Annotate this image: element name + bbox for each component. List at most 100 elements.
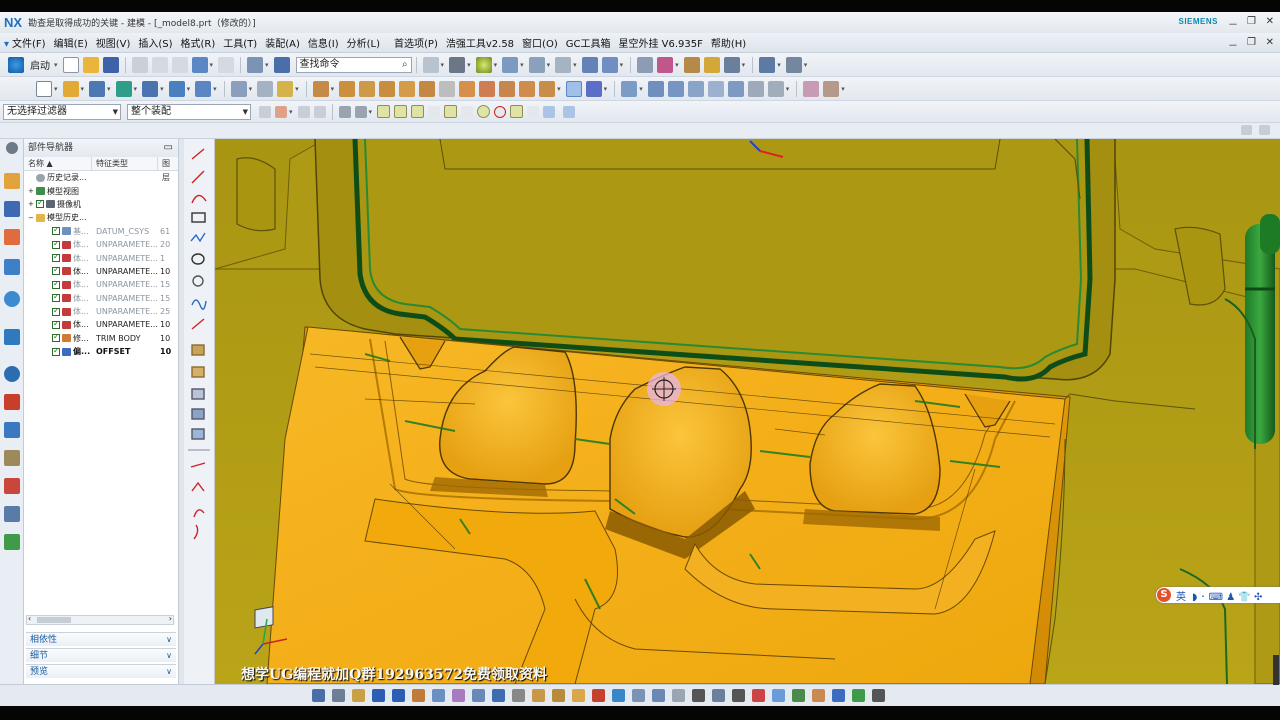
process-studio-icon[interactable] — [4, 394, 20, 410]
point-set-icon[interactable] — [432, 689, 445, 702]
feature-visibility-checkbox[interactable] — [52, 253, 60, 263]
cube-view-icon[interactable] — [637, 56, 654, 73]
tree-node-cameras[interactable]: + 摄像机 — [24, 198, 178, 211]
start-icon[interactable] — [8, 56, 24, 73]
doc-restore-button[interactable]: ❐ — [1247, 37, 1256, 48]
feature-visibility-checkbox[interactable] — [52, 239, 60, 249]
hole-icon[interactable] — [115, 80, 132, 97]
type-filter-select[interactable]: 无选择过滤器 ▼ — [3, 103, 121, 120]
open-folder-icon[interactable] — [82, 56, 99, 73]
restore-panel-icon[interactable]: ▭ — [164, 139, 173, 157]
menu-haoqiang-tools[interactable]: 浩强工具v2.58 — [446, 35, 514, 50]
revolve-dropdown-icon[interactable]: ▾ — [107, 85, 111, 93]
through-curves-icon[interactable] — [647, 80, 664, 97]
dependencies-panel[interactable]: 相依性 ∨ — [26, 632, 176, 646]
feature-row[interactable]: 体... UNPARAMETE...1 — [24, 251, 178, 264]
wcs-icon[interactable] — [657, 56, 674, 73]
constraint-navigator-icon[interactable] — [4, 201, 20, 217]
feature-row[interactable]: 体... UNPARAMETE...10 — [24, 265, 178, 278]
snap-line-icon[interactable] — [411, 105, 425, 118]
close-button[interactable]: ✕ — [1266, 16, 1274, 27]
note-icon[interactable] — [792, 689, 805, 702]
start-button[interactable]: 启动 — [30, 57, 50, 72]
menu-format[interactable]: 格式(R) — [181, 35, 216, 50]
extrude-dropdown-icon[interactable]: ▾ — [81, 85, 85, 93]
paste-icon[interactable] — [171, 56, 188, 73]
feature-visibility-checkbox[interactable] — [52, 306, 60, 316]
details-panel[interactable]: 细节 ∨ — [26, 648, 176, 662]
menu-help[interactable]: 帮助(H) — [711, 35, 746, 50]
snap-midpoint-icon[interactable] — [394, 105, 408, 118]
arrow-redo-icon[interactable] — [392, 689, 405, 702]
feature-row[interactable]: 体... UNPARAMETE...15 — [24, 278, 178, 291]
shell-icon[interactable] — [257, 80, 274, 97]
column-feature-type[interactable]: 特征类型 — [92, 157, 158, 170]
mold-part-viewport[interactable] — [215, 139, 1280, 684]
point-icon[interactable] — [412, 689, 425, 702]
collapse-icon[interactable]: − — [28, 214, 36, 222]
roles-icon[interactable] — [4, 450, 20, 466]
feature-visibility-checkbox[interactable] — [52, 226, 60, 236]
feature-visibility-checkbox[interactable] — [52, 333, 60, 343]
preview-panel[interactable]: 预览 ∨ — [26, 664, 176, 678]
trace-icon[interactable] — [832, 689, 845, 702]
scope-filter-select[interactable]: 整个装配 ▼ — [127, 103, 251, 120]
thicken-icon[interactable] — [767, 80, 784, 97]
add-palette-icon[interactable] — [4, 534, 20, 550]
visibility-checkbox[interactable] — [36, 199, 44, 209]
material-sphere-icon[interactable] — [475, 56, 492, 73]
face-icon[interactable] — [552, 689, 565, 702]
feature-icon[interactable] — [612, 689, 625, 702]
trim-body-icon[interactable] — [479, 80, 496, 97]
grid-dropdown-icon[interactable]: ▾ — [441, 61, 445, 69]
menu-insert[interactable]: 插入(S) — [138, 35, 172, 50]
ime-toolbar[interactable]: S 英 ◗ ･ ⌨ ♟ 👕 ✣ — [1156, 587, 1280, 603]
undo-dropdown-icon[interactable]: ▾ — [210, 61, 214, 69]
sheet-icon[interactable] — [672, 689, 685, 702]
clock-history-icon[interactable] — [4, 366, 20, 382]
ruler-icon[interactable] — [785, 56, 802, 73]
menu-xingkong-plugin[interactable]: 星空外挂 V6.935F — [618, 35, 702, 50]
mold-tool-icon[interactable] — [803, 80, 820, 97]
body-selection-icon[interactable] — [354, 105, 367, 118]
tree-node-history[interactable]: 历史记录... — [24, 171, 178, 184]
curve-icon[interactable] — [752, 689, 765, 702]
scrollbar-thumb[interactable] — [37, 617, 71, 623]
n-sided-icon[interactable] — [687, 80, 704, 97]
circle-icon[interactable] — [872, 689, 885, 702]
settings-gear-icon[interactable] — [6, 142, 18, 154]
solid-icon[interactable] — [592, 689, 605, 702]
assembly-navigator-icon[interactable] — [4, 173, 20, 189]
column-layer[interactable]: 图层 — [158, 157, 176, 182]
deselect-icon[interactable] — [275, 105, 287, 118]
chamfer-icon[interactable] — [195, 80, 212, 97]
layer-dropdown-icon[interactable]: ▾ — [573, 61, 577, 69]
column-name[interactable]: 名称 ▲ — [24, 157, 92, 170]
feature-row[interactable]: 体... UNPARAMETE...20 — [24, 238, 178, 251]
snap-bounded-icon[interactable] — [563, 105, 576, 118]
menu-gc-toolbox[interactable]: GC工具箱 — [566, 35, 611, 50]
part-navigator-icon[interactable] — [4, 229, 20, 245]
system-scene-icon[interactable] — [4, 478, 20, 494]
blend-dropdown-icon[interactable]: ▾ — [187, 85, 191, 93]
undo-icon[interactable] — [191, 56, 208, 73]
feature-row[interactable]: 偏... OFFSET 10 — [24, 345, 178, 358]
feature-visibility-checkbox[interactable] — [52, 279, 60, 289]
extrude-icon[interactable] — [62, 80, 79, 97]
command-search-input[interactable]: 查找命令 ⌕ — [295, 56, 412, 73]
plane-icon[interactable] — [512, 689, 525, 702]
cube-icon[interactable] — [492, 689, 505, 702]
tree-node-model-views[interactable]: + 模型视图 — [24, 184, 178, 197]
menu-edit[interactable]: 编辑(E) — [54, 35, 88, 50]
menu-analysis[interactable]: 分析(L) — [347, 35, 380, 50]
cut-icon[interactable] — [131, 56, 148, 73]
timestamp-icon[interactable] — [565, 80, 582, 97]
sweep-icon[interactable] — [667, 80, 684, 97]
leader-icon[interactable] — [812, 689, 825, 702]
csys-icon[interactable] — [772, 689, 785, 702]
sync-move-face-icon[interactable] — [312, 80, 329, 97]
graphics-window[interactable]: 想学UG编程就加Q群192963572免费领取资料 S 英 ◗ ･ ⌨ ♟ 👕 … — [215, 139, 1280, 684]
feature-row[interactable]: 体... UNPARAMETE...25 — [24, 305, 178, 318]
rectangle-icon[interactable] — [692, 689, 705, 702]
expand-icon[interactable]: + — [28, 187, 36, 195]
